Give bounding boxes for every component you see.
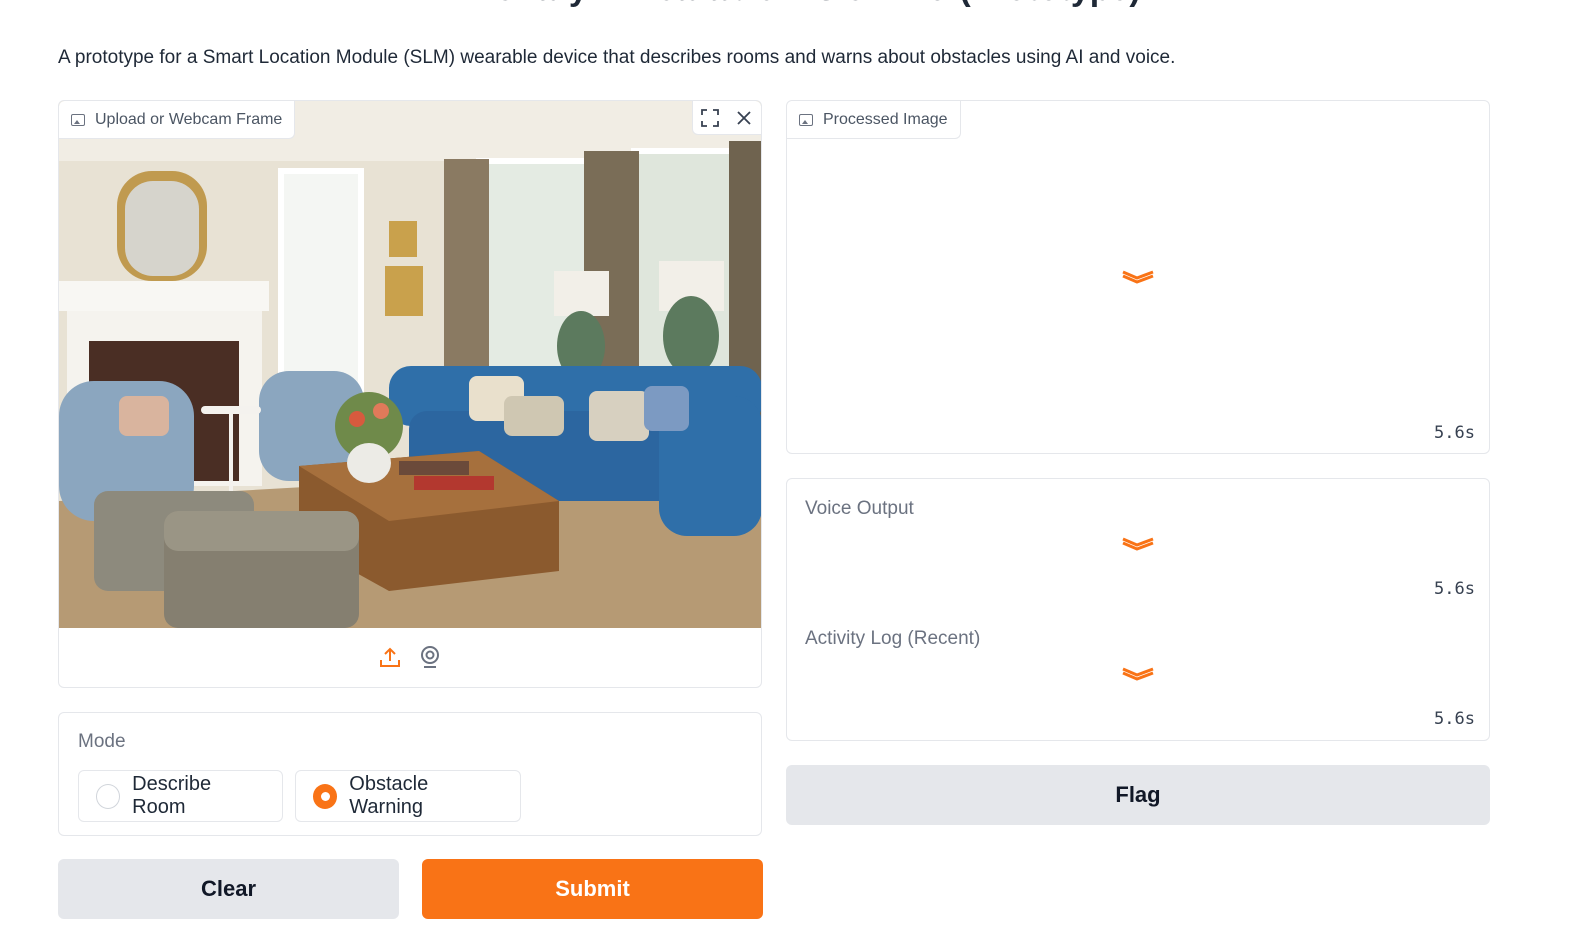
image-icon [799,113,813,126]
mode-radio-group: Mode Describe Room Obstacle Warning [58,712,762,836]
text-outputs-panel: Voice Output 5.6s Activity Log (Recent) … [786,478,1490,741]
radio-describe-room-label: Describe Room [132,773,212,818]
processed-image-label-tag: Processed Image [787,101,961,139]
loading-spinner-icon [1122,537,1154,551]
radio-unchecked-icon[interactable] [96,783,121,809]
image-input-panel[interactable]: Upload or Webcam Frame [58,100,762,688]
source-selector [59,627,761,687]
image-input-label-tag: Upload or Webcam Frame [59,101,296,139]
voice-output-label: Voice Output [805,498,914,519]
page-description: A prototype for a Smart Location Module … [58,47,1176,68]
voice-output-timer: 5.6s [1434,579,1475,599]
radio-obstacle-warning[interactable]: Obstacle Warning [295,770,521,822]
image-icon [71,113,85,126]
loading-spinner-icon [1122,270,1154,284]
living-room-photo [59,101,761,628]
flag-button[interactable]: Flag [786,765,1490,825]
webcam-icon[interactable] [418,645,442,669]
processed-image-timer: 5.6s [1434,423,1475,443]
processed-image-label: Processed Image [823,110,948,128]
fullscreen-icon[interactable] [693,101,727,135]
page-title: Vizionary – Wearable Vision Aid (Prototy… [0,0,1578,9]
radio-describe-room[interactable]: Describe Room [78,770,283,822]
close-icon[interactable] [727,101,761,135]
clear-button[interactable]: Clear [58,859,399,919]
radio-checked-icon[interactable] [313,783,338,809]
submit-button[interactable]: Submit [422,859,763,919]
radio-obstacle-warning-label: Obstacle Warning [349,773,429,818]
upload-icon[interactable] [378,645,402,669]
image-toolbar [692,101,761,135]
activity-log-timer: 5.6s [1434,709,1475,729]
activity-log-label: Activity Log (Recent) [805,628,981,649]
image-input-label: Upload or Webcam Frame [95,110,283,128]
loading-spinner-icon [1122,667,1154,681]
mode-label: Mode [78,731,126,752]
processed-image-panel: Processed Image 5.6s [786,100,1490,454]
